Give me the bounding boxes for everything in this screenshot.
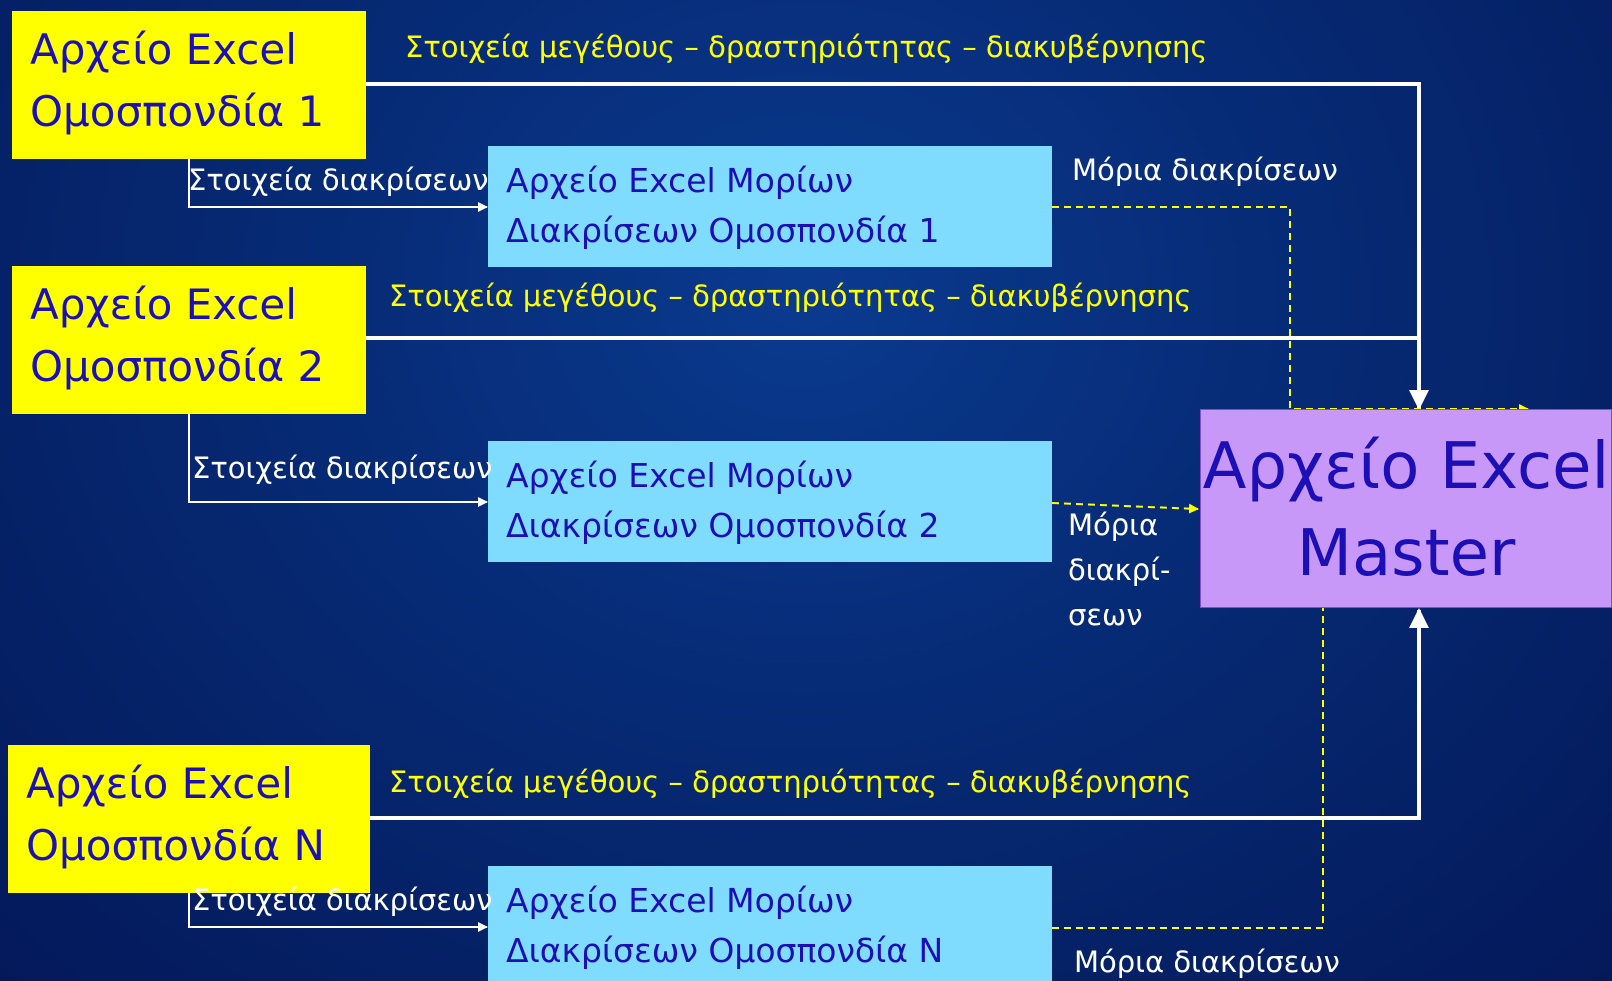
master-line1: Αρχείο Excel	[1202, 430, 1610, 504]
label-distinction-data-1: Στοιχεία διακρίσεων	[188, 163, 489, 197]
moria-file-2-line1: Αρχείο Excel Μορίων	[506, 456, 854, 495]
federation-2-box: Αρχείο Excel Ομοσπονδία 2	[12, 266, 366, 414]
federation-n-box: Αρχείο Excel Ομοσπονδία Ν	[8, 745, 370, 893]
label-distinction-points-2-part2: διακρί-	[1068, 553, 1171, 587]
moria-file-2-line2: Διακρίσεων Ομοσπονδία 2	[506, 506, 940, 546]
label-distinction-points-2-part1: Μόρια	[1068, 508, 1159, 542]
label-distinction-points-n: Μόρια διακρίσεων	[1074, 945, 1340, 979]
master-line2: Master	[1296, 517, 1516, 592]
label-distinction-data-2: Στοιχεία διακρίσεων	[192, 451, 493, 485]
label-size-activity-governance-n: Στοιχεία μεγέθους – δραστηριότητας – δια…	[389, 765, 1192, 799]
label-size-activity-governance-2: Στοιχεία μεγέθους – δραστηριότητας – δια…	[389, 279, 1192, 313]
federation-2-line1: Αρχείο Excel	[30, 280, 297, 329]
label-distinction-points-2: Μόρια διακρί- σεων	[1068, 503, 1170, 638]
moria-file-n-line1: Αρχείο Excel Μορίων	[506, 881, 854, 920]
label-distinction-points-1: Μόρια διακρίσεων	[1072, 153, 1338, 187]
label-distinction-data-n: Στοιχεία διακρίσεων	[192, 883, 493, 917]
federation-1-line1: Αρχείο Excel	[30, 25, 297, 74]
federation-1-box: Αρχείο Excel Ομοσπονδία 1	[12, 11, 366, 159]
federation-1-line2: Ομοσπονδία 1	[30, 87, 325, 137]
label-size-activity-governance-1: Στοιχεία μεγέθους – δραστηριότητας – δια…	[405, 30, 1208, 64]
federation-n-line2: Ομοσπονδία Ν	[26, 821, 325, 871]
moria-file-1-line2: Διακρίσεων Ομοσπονδία 1	[506, 211, 940, 251]
master-box: Αρχείο Excel Master	[1200, 409, 1612, 608]
moria-file-n-box: Αρχείο Excel Μορίων Διακρίσεων Ομοσπονδί…	[488, 866, 1052, 981]
moria-file-1-box: Αρχείο Excel Μορίων Διακρίσεων Ομοσπονδί…	[488, 146, 1052, 267]
federation-n-line1: Αρχείο Excel	[26, 759, 293, 808]
flow-diagram: Αρχείο Excel Ομοσπονδία 1 Αρχείο Excel Ο…	[0, 0, 1612, 981]
moria-file-2-box: Αρχείο Excel Μορίων Διακρίσεων Ομοσπονδί…	[488, 441, 1052, 562]
moria-file-1-line1: Αρχείο Excel Μορίων	[506, 161, 854, 200]
federation-2-line2: Ομοσπονδία 2	[30, 342, 325, 392]
moria-file-n-line2: Διακρίσεων Ομοσπονδία Ν	[506, 931, 944, 971]
label-distinction-points-2-part3: σεων	[1068, 598, 1143, 632]
